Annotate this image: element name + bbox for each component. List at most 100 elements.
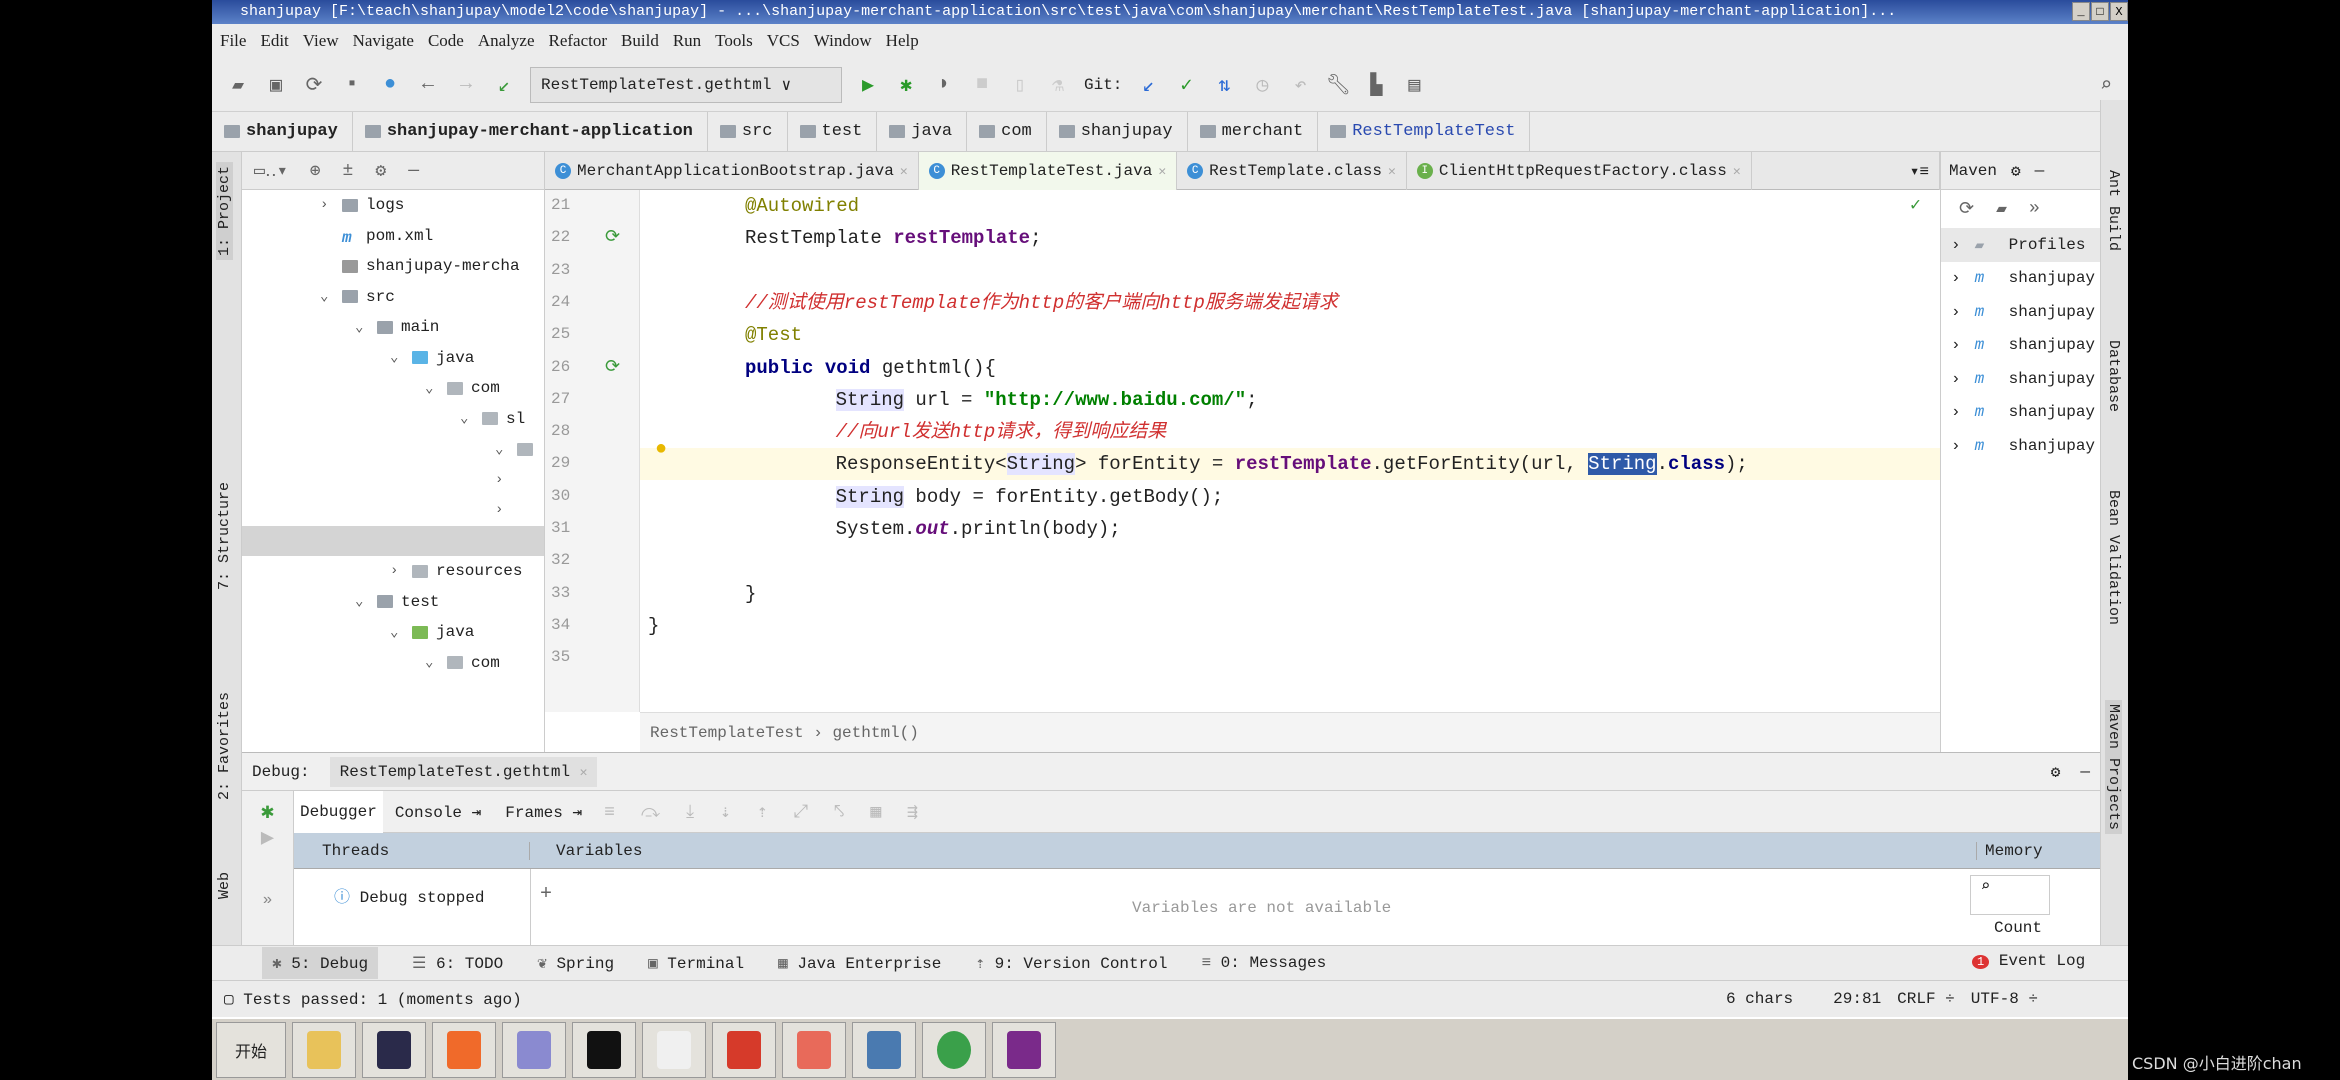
more-icon[interactable]: »: [2029, 199, 2040, 219]
save-icon[interactable]: ▣: [264, 73, 288, 98]
close-icon[interactable]: ✕: [1733, 164, 1741, 179]
maven-item[interactable]: › m shanjupay: [1941, 295, 2100, 329]
breadcrumb-item[interactable]: shanjupay-merchant-application: [353, 112, 708, 151]
menu-build[interactable]: Build: [621, 31, 659, 51]
run-icon[interactable]: ▶: [856, 73, 880, 98]
tree-item[interactable]: ⌄ com: [425, 373, 500, 403]
chevron-icon[interactable]: ⌄: [460, 410, 474, 427]
chevron-icon[interactable]: ⌄: [390, 349, 404, 366]
code-line[interactable]: public void gethtml(){: [640, 352, 1940, 384]
code-line[interactable]: [640, 545, 1940, 577]
breadcrumb-item[interactable]: merchant: [1188, 112, 1319, 151]
gear-icon[interactable]: ⚙: [375, 160, 386, 182]
git-update-icon[interactable]: ↙: [1136, 73, 1160, 98]
tool-tab-terminal[interactable]: ▣ Terminal: [648, 953, 744, 973]
menu-file[interactable]: File: [220, 31, 246, 51]
close-button[interactable]: X: [2110, 2, 2128, 21]
maven-item[interactable]: › ▰ Profiles: [1941, 228, 2100, 262]
breadcrumb-item[interactable]: shanjupay: [212, 112, 353, 151]
taskbar-text[interactable]: [642, 1021, 706, 1078]
debug-session-tab[interactable]: RestTemplateTest.gethtml ✕: [329, 756, 598, 787]
tab-resttemplate-class[interactable]: C RestTemplate.class ✕: [1177, 152, 1407, 190]
tab-frames[interactable]: Frames ⇥: [493, 802, 594, 822]
chevron-right-icon[interactable]: ›: [1951, 437, 1961, 455]
tab-merchantapplicationbootstrap-java[interactable]: C MerchantApplicationBootstrap.java ✕: [545, 152, 919, 190]
close-icon[interactable]: ✕: [900, 164, 908, 179]
git-revert-icon[interactable]: ↶: [1288, 73, 1312, 98]
git-commit-icon[interactable]: ✓: [1174, 73, 1198, 98]
tree-item[interactable]: ⌄ sl: [460, 404, 525, 434]
code-line[interactable]: [640, 255, 1940, 287]
taskbar-typora[interactable]: [502, 1021, 566, 1078]
attach-icon[interactable]: ▯: [1008, 73, 1032, 98]
tool-tab-database[interactable]: Database: [2105, 340, 2122, 412]
menu-analyze[interactable]: Analyze: [478, 31, 535, 51]
tool-tab-debug[interactable]: ✱ 5: Debug: [262, 947, 379, 979]
collapse-icon[interactable]: ±: [343, 161, 354, 181]
rerun-debug-icon[interactable]: ✱: [242, 799, 293, 825]
tree-item[interactable]: ⌄ src: [320, 282, 395, 312]
crumb-class[interactable]: RestTemplateTest: [650, 724, 804, 742]
tree-item[interactable]: ⌄ com: [425, 648, 500, 678]
crumb-method[interactable]: gethtml(): [832, 724, 918, 742]
tree-item[interactable]: ⌄ java: [390, 343, 474, 373]
taskbar-cmd[interactable]: [572, 1021, 636, 1078]
chevron-icon[interactable]: ⌄: [355, 319, 369, 336]
tree-item[interactable]: ⌄ test: [355, 587, 439, 617]
tool-tab-spring[interactable]: ❦ Spring: [537, 953, 614, 973]
chevron-icon[interactable]: ›: [320, 197, 334, 213]
chevron-icon[interactable]: ⌄: [355, 593, 369, 610]
code-line[interactable]: @Test: [640, 319, 1940, 351]
tool-tab-javaenterprise[interactable]: ▦ Java Enterprise: [778, 953, 941, 973]
close-icon[interactable]: ✕: [580, 765, 588, 780]
chevron-icon[interactable]: ⌄: [390, 624, 404, 641]
menu-tools[interactable]: Tools: [715, 31, 753, 51]
breadcrumb-item[interactable]: com: [967, 112, 1047, 151]
code-line[interactable]: }: [640, 578, 1940, 610]
stop-icon[interactable]: ■: [970, 73, 994, 97]
class-icon[interactable]: ●: [378, 73, 402, 97]
breadcrumb-item[interactable]: src: [708, 112, 788, 151]
code-line[interactable]: String body = forEntity.getBody();: [640, 481, 1940, 513]
tree-item[interactable]: m pom.xml: [320, 221, 433, 251]
event-log-button[interactable]: 1 Event Log: [1972, 952, 2085, 970]
menu-help[interactable]: Help: [886, 31, 919, 51]
tree-item[interactable]: › logs: [320, 190, 404, 220]
chevron-right-icon[interactable]: ›: [1951, 336, 1961, 354]
hide-icon[interactable]: —: [408, 161, 419, 181]
more-icon[interactable]: »: [242, 891, 293, 909]
sdk-icon[interactable]: ▤: [1402, 73, 1426, 98]
chevron-icon[interactable]: ⌄: [425, 654, 439, 671]
chevron-right-icon[interactable]: ›: [1951, 403, 1961, 421]
line-separator[interactable]: CRLF ÷: [1897, 990, 1955, 1008]
open-icon[interactable]: ▰: [226, 73, 250, 98]
tool-tab-maven-projects[interactable]: Maven Projects: [2105, 700, 2122, 835]
view-select-icon[interactable]: ▭‥▾: [254, 160, 288, 182]
taskbar-redis[interactable]: [712, 1021, 776, 1078]
tool-tab-structure[interactable]: 7: Structure: [216, 482, 233, 590]
tab-console[interactable]: Console ⇥: [383, 802, 493, 822]
gear-icon[interactable]: ⚙: [2011, 161, 2021, 181]
taskbar-chrome[interactable]: [922, 1021, 986, 1078]
menu-run[interactable]: Run: [673, 31, 701, 51]
taskbar-explorer[interactable]: [292, 1021, 356, 1078]
git-history-icon[interactable]: ◷: [1250, 73, 1274, 98]
chevron-right-icon[interactable]: ›: [1951, 236, 1961, 254]
folder-icon[interactable]: ▪: [340, 73, 364, 97]
add-watch-icon[interactable]: +: [540, 883, 552, 906]
code-line[interactable]: }: [640, 610, 1940, 642]
back-icon[interactable]: ←: [416, 73, 440, 97]
coverage-icon[interactable]: ◗: [932, 73, 956, 97]
menu-view[interactable]: View: [303, 31, 339, 51]
code-line[interactable]: [640, 642, 1940, 674]
locate-icon[interactable]: ⊕: [310, 160, 321, 182]
hide-icon[interactable]: —: [2080, 763, 2090, 781]
chevron-icon[interactable]: ›: [495, 472, 509, 488]
taskbar-pdf[interactable]: [992, 1021, 1056, 1078]
maven-item[interactable]: › m shanjupay: [1941, 362, 2100, 396]
taskbar-postman[interactable]: [432, 1021, 496, 1078]
chevron-right-icon[interactable]: ›: [1951, 370, 1961, 388]
tab-clienthttprequestfactory-class[interactable]: I ClientHttpRequestFactory.class ✕: [1407, 152, 1752, 190]
tab-list-icon[interactable]: ▾≡: [1900, 152, 1940, 190]
maximize-button[interactable]: □: [2091, 2, 2109, 21]
